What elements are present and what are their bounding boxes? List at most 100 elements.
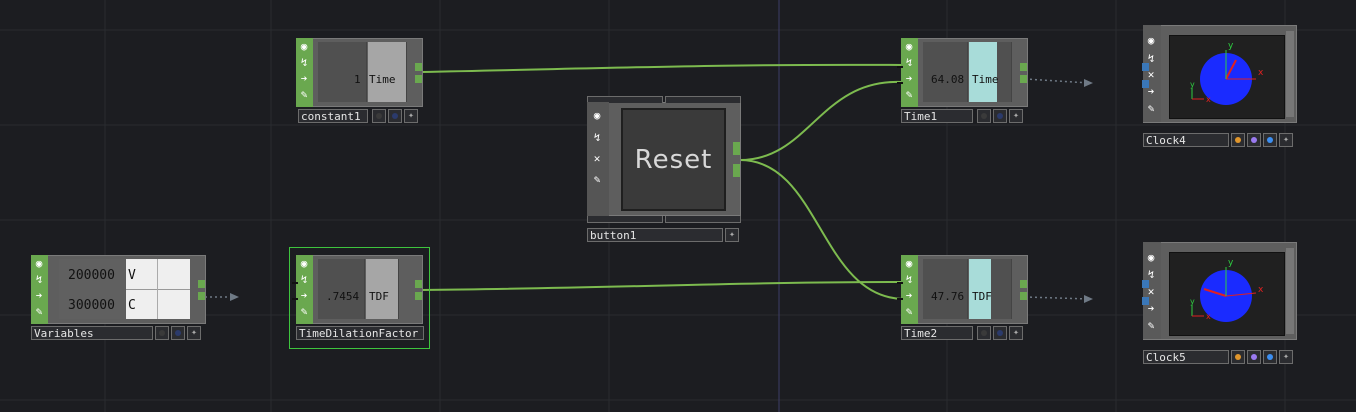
input-port[interactable] <box>1142 297 1149 305</box>
output-port[interactable] <box>198 292 205 300</box>
flag-button[interactable] <box>171 326 185 340</box>
node-name[interactable]: constant1 <box>298 109 368 123</box>
node-time1[interactable]: ◉ ↯ ➔ ✎ 64.08 Time Time1 ✦ <box>897 38 1029 124</box>
svg-text:x: x <box>1258 68 1264 78</box>
output-port[interactable] <box>415 280 422 288</box>
channel-name: TDF <box>972 290 992 303</box>
lock-icon[interactable]: ✎ <box>298 306 310 318</box>
factor-value: .7454 <box>326 290 360 303</box>
cook-icon[interactable]: ↯ <box>903 57 915 69</box>
output-port[interactable] <box>198 280 205 288</box>
viewer-icon[interactable]: ◉ <box>591 110 603 122</box>
node-name[interactable]: button1 <box>587 228 723 242</box>
viewer-icon[interactable]: ◉ <box>298 41 310 53</box>
pin-icon[interactable]: ✦ <box>1279 133 1293 147</box>
channel-name: Time <box>972 73 999 86</box>
node-name[interactable]: Time1 <box>901 109 973 123</box>
viewer-icon[interactable]: ◉ <box>298 258 310 270</box>
cook-icon[interactable]: ↯ <box>298 274 310 286</box>
viewer-icon[interactable]: ◉ <box>1145 252 1157 264</box>
flag-button[interactable] <box>1247 133 1261 147</box>
time-value: 47.76 <box>931 290 965 303</box>
node-name[interactable]: Time2 <box>901 326 973 340</box>
pin-icon[interactable]: ✦ <box>404 109 418 123</box>
clock-viewer: x y y x <box>1169 35 1285 119</box>
input-port[interactable] <box>1142 280 1149 288</box>
viewer-icon[interactable]: ◉ <box>1145 35 1157 47</box>
output-port[interactable] <box>1020 75 1027 83</box>
lock-icon[interactable]: ✎ <box>591 174 603 186</box>
node-button1[interactable]: ◉ ↯ ✕ ✎ Reset button1 ✦ <box>587 96 741 246</box>
pin-icon[interactable]: ✦ <box>187 326 201 340</box>
time-value: 64.08 <box>931 73 965 86</box>
cook-icon[interactable]: ↯ <box>591 132 603 144</box>
export-icon[interactable]: ➔ <box>33 290 45 302</box>
lock-icon[interactable]: ✎ <box>298 89 310 101</box>
output-port[interactable] <box>1020 63 1027 71</box>
svg-text:x: x <box>1258 285 1264 295</box>
node-clock4[interactable]: ◉ ↯ ✕ ➔ ✎ x y y x Clock4 ✦ <box>1142 25 1299 151</box>
viewer-icon[interactable]: ◉ <box>903 258 915 270</box>
channel-name: TDF <box>369 290 389 303</box>
viewer-icon[interactable]: ◉ <box>33 258 45 270</box>
flag-button[interactable] <box>372 109 386 123</box>
lock-icon[interactable]: ✎ <box>1145 103 1157 115</box>
viewer-icon[interactable]: ◉ <box>903 41 915 53</box>
reset-button[interactable]: Reset <box>621 108 726 211</box>
input-port[interactable] <box>1142 80 1149 88</box>
output-port[interactable] <box>733 142 740 155</box>
variable-name: V <box>128 268 136 283</box>
output-port[interactable] <box>415 63 422 71</box>
node-constant1[interactable]: ◉ ↯ ➔ ✎ 1 Time constant1 ✦ <box>296 38 424 124</box>
flag-button[interactable] <box>155 326 169 340</box>
export-icon[interactable]: ➔ <box>298 73 310 85</box>
output-port[interactable] <box>415 75 422 83</box>
cook-icon[interactable]: ↯ <box>298 57 310 69</box>
output-port[interactable] <box>415 292 422 300</box>
cook-icon[interactable]: ↯ <box>903 274 915 286</box>
flag-button[interactable] <box>1231 350 1245 364</box>
node-time-dilation-factor[interactable]: ◉ ↯ ➔ ✎ .7454 TDF TimeDilationFactor <box>289 247 430 349</box>
node-name[interactable]: Clock4 <box>1143 133 1229 147</box>
node-clock5[interactable]: ◉ ↯ ✕ ➔ ✎ x y y x Clock5 ✦ <box>1142 242 1299 368</box>
flag-button[interactable] <box>993 109 1007 123</box>
variable-name: C <box>128 298 136 313</box>
flag-button[interactable] <box>977 326 991 340</box>
cook-icon[interactable]: ↯ <box>33 274 45 286</box>
pin-icon[interactable]: ✦ <box>1009 109 1023 123</box>
bypass-icon[interactable]: ✕ <box>591 153 603 165</box>
clock-viewer: x y y x <box>1169 252 1285 336</box>
flag-button[interactable] <box>993 326 1007 340</box>
flag-button[interactable] <box>1231 133 1245 147</box>
flag-button[interactable] <box>1247 350 1261 364</box>
variable-value: 200000 <box>68 268 115 283</box>
variable-value: 300000 <box>68 298 115 313</box>
output-port[interactable] <box>733 164 740 177</box>
svg-text:y: y <box>1228 41 1234 51</box>
export-icon[interactable]: ➔ <box>903 290 915 302</box>
pin-icon[interactable]: ✦ <box>1009 326 1023 340</box>
node-variables[interactable]: ◉ ↯ ➔ ✎ 200000 V 300000 C Variables ✦ <box>31 255 207 343</box>
lock-icon[interactable]: ✎ <box>33 306 45 318</box>
lock-icon[interactable]: ✎ <box>1145 320 1157 332</box>
flag-button[interactable] <box>977 109 991 123</box>
export-icon[interactable]: ➔ <box>298 290 310 302</box>
svg-text:y: y <box>1190 297 1195 306</box>
svg-text:y: y <box>1228 258 1234 268</box>
input-port[interactable] <box>1142 63 1149 71</box>
flag-button[interactable] <box>1263 133 1277 147</box>
pin-icon[interactable]: ✦ <box>1279 350 1293 364</box>
lock-icon[interactable]: ✎ <box>903 89 915 101</box>
flag-button[interactable] <box>388 109 402 123</box>
node-name[interactable]: Clock5 <box>1143 350 1229 364</box>
flag-button[interactable] <box>1263 350 1277 364</box>
node-time2[interactable]: ◉ ↯ ➔ ✎ 47.76 TDF Time2 ✦ <box>897 255 1029 343</box>
pin-icon[interactable]: ✦ <box>725 228 739 242</box>
lock-icon[interactable]: ✎ <box>903 306 915 318</box>
node-name[interactable]: TimeDilationFactor <box>296 326 424 340</box>
node-name[interactable]: Variables <box>31 326 153 340</box>
output-port[interactable] <box>1020 280 1027 288</box>
export-icon[interactable]: ➔ <box>903 73 915 85</box>
constant-value: 1 <box>354 73 361 86</box>
output-port[interactable] <box>1020 292 1027 300</box>
